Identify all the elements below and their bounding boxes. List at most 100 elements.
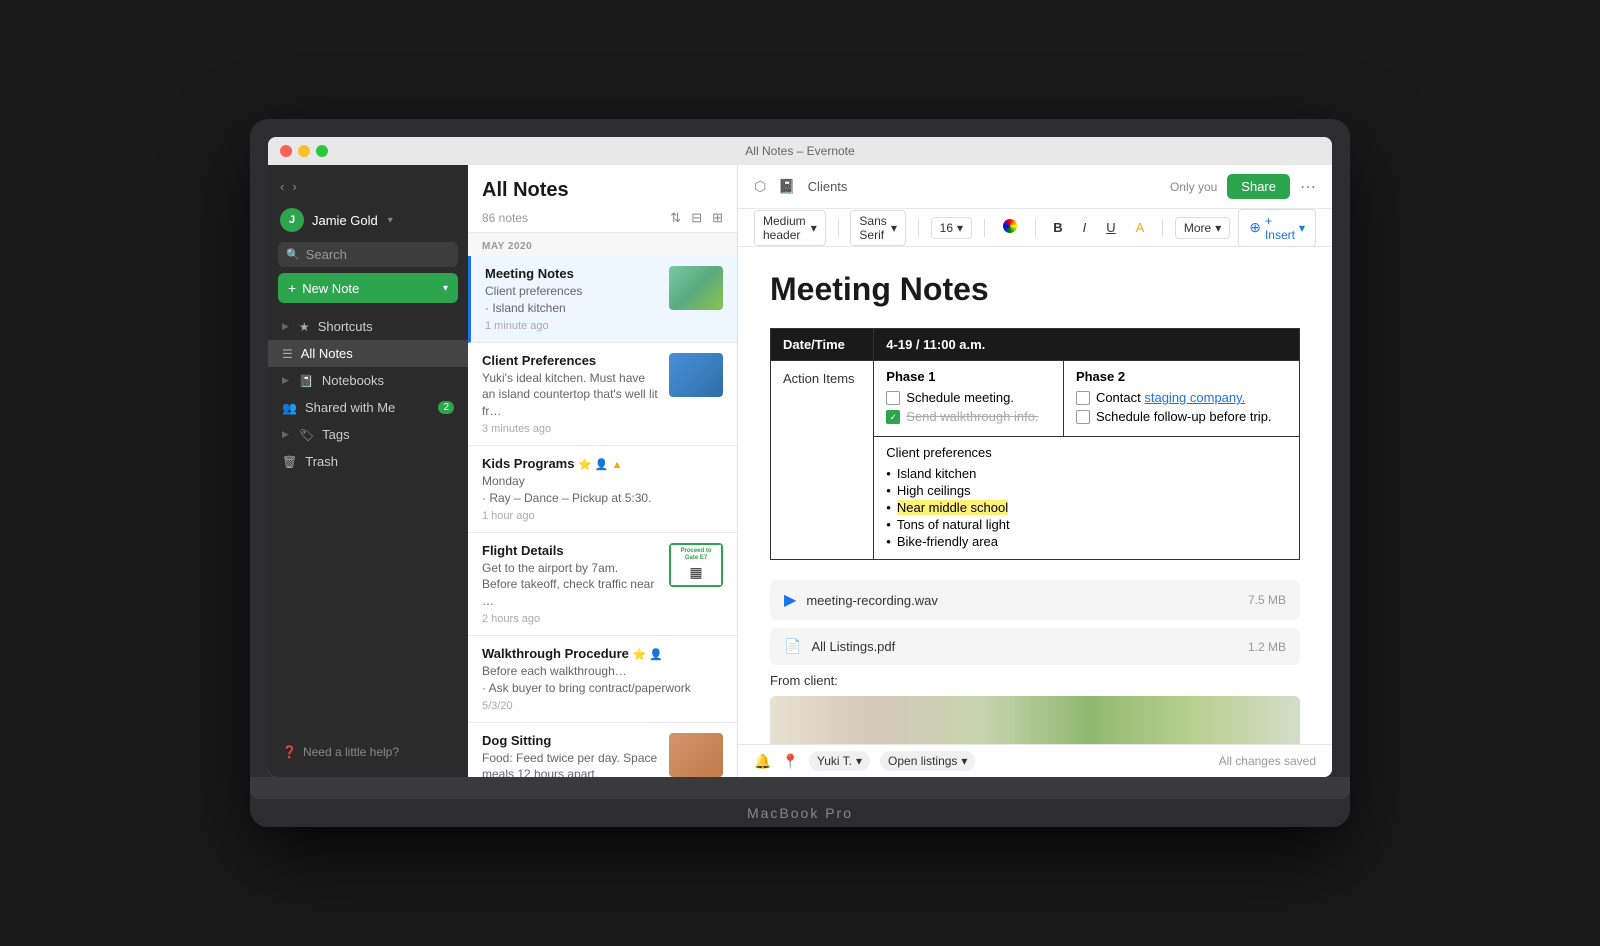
checkbox-unchecked[interactable] — [1076, 391, 1090, 405]
new-note-button[interactable]: + New Note ▾ — [278, 273, 458, 303]
pref-item: •Island kitchen — [886, 466, 1287, 481]
editor-content[interactable]: Meeting Notes Date/Time 4-19 / 11:00 a.m… — [738, 247, 1332, 744]
meeting-table: Date/Time 4-19 / 11:00 a.m. Action Items… — [770, 328, 1300, 560]
header-dropdown[interactable]: Medium header ▾ — [754, 210, 826, 246]
sidebar-item-notebooks[interactable]: ▶ 📓 Notebooks — [268, 367, 468, 394]
note-preview: Get to the airport by 7am. Before takeof… — [482, 560, 659, 610]
forward-arrow[interactable]: › — [292, 179, 296, 194]
note-item-content: Walkthrough Procedure ⭐ 👤 Before each wa… — [482, 646, 723, 712]
note-item-flight-details[interactable]: Flight Details Get to the airport by 7am… — [468, 533, 737, 636]
attachment-wav[interactable]: ▶ meeting-recording.wav 7.5 MB — [770, 580, 1300, 620]
user-row[interactable]: J Jamie Gold ▾ — [268, 202, 468, 242]
chevron-down-icon: ▾ — [1215, 221, 1221, 235]
sidebar-item-all-notes[interactable]: ☰ All Notes — [268, 340, 468, 367]
size-dropdown[interactable]: 16 ▾ — [931, 217, 972, 239]
editor-top-right: Only you Share ⋯ — [1170, 174, 1316, 199]
filter-icon[interactable]: ⊟ — [691, 210, 702, 226]
search-label: Search — [306, 247, 347, 262]
separator — [918, 219, 919, 237]
separator — [984, 219, 985, 237]
laptop-chin — [250, 777, 1350, 799]
checkbox-item: Send walkthrough info. — [886, 409, 1051, 424]
chevron-down-icon: ▾ — [856, 754, 862, 768]
checkbox-item: Schedule meeting. — [886, 390, 1051, 405]
note-icons: ⭐ 👤 ▲ — [578, 459, 622, 471]
minimize-button[interactable] — [298, 145, 310, 157]
bold-button[interactable]: B — [1047, 217, 1068, 238]
staging-link[interactable]: staging company. — [1144, 390, 1245, 405]
note-meta: 2 hours ago — [482, 613, 659, 625]
back-arrow[interactable]: ‹ — [280, 179, 284, 194]
search-box[interactable]: 🔍 Search — [278, 242, 458, 267]
saved-status: All changes saved — [1219, 754, 1316, 768]
note-title: Flight Details — [482, 543, 659, 558]
attachment-filename: meeting-recording.wav — [806, 593, 1238, 608]
sidebar-item-tags[interactable]: ▶ 🏷 Tags — [268, 421, 468, 448]
note-meta: 1 hour ago — [482, 510, 723, 522]
only-you-text: Only you — [1170, 180, 1217, 194]
underline-button[interactable]: U — [1100, 217, 1121, 238]
bell-icon[interactable]: 🔔 — [754, 753, 771, 770]
checkbox-item: Contact staging company. — [1076, 390, 1287, 405]
note-item-meeting-notes[interactable]: Meeting Notes Client preferences · Islan… — [468, 256, 737, 343]
highlight-button[interactable]: A — [1130, 217, 1151, 238]
notebook-name[interactable]: Clients — [808, 179, 848, 194]
table-client-prefs: Client preferences •Island kitchen •High… — [874, 437, 1300, 560]
checkbox-unchecked[interactable] — [886, 391, 900, 405]
fullscreen-button[interactable] — [316, 145, 328, 157]
living-room-image — [770, 696, 1300, 744]
more-icon[interactable]: ⋯ — [1300, 177, 1316, 197]
client-prefs-label: Client preferences — [886, 445, 1287, 460]
open-listings-label: Open listings — [888, 754, 957, 768]
note-title: Kids Programs ⭐ 👤 ▲ — [482, 456, 723, 471]
font-dropdown[interactable]: Sans Serif ▾ — [850, 210, 906, 246]
sidebar-item-shortcuts[interactable]: ▶ ★ Shortcuts — [268, 313, 468, 340]
new-note-label: New Note — [302, 281, 437, 296]
note-item-kids-programs[interactable]: Kids Programs ⭐ 👤 ▲ Monday · Ray – Dance… — [468, 446, 737, 533]
tags-icon: 🏷 — [299, 428, 314, 442]
search-icon: 🔍 — [286, 248, 300, 261]
title-bar: All Notes – Evernote — [268, 137, 1332, 165]
sidebar-item-trash[interactable]: 🗑 Trash — [268, 448, 468, 475]
more-dropdown[interactable]: More ▾ — [1175, 217, 1230, 239]
note-item-content: Kids Programs ⭐ 👤 ▲ Monday · Ray – Dance… — [482, 456, 723, 522]
grid-icon[interactable]: ⊞ — [712, 210, 723, 226]
close-button[interactable] — [280, 145, 292, 157]
editor-bottom-bar: 🔔 📍 Yuki T. ▾ Open listings ▾ All change… — [738, 744, 1332, 777]
note-meta: 3 minutes ago — [482, 423, 659, 435]
insert-button[interactable]: ⊕ + Insert ▾ — [1238, 209, 1316, 247]
note-thumbnail — [669, 266, 723, 310]
user-chevron-icon: ▾ — [388, 215, 393, 226]
color-picker[interactable] — [997, 216, 1023, 239]
help-link[interactable]: ❓ Need a little help? — [268, 737, 468, 767]
note-preview: Client preferences · Island kitchen — [485, 283, 659, 317]
assignee-chip[interactable]: Yuki T. ▾ — [809, 751, 870, 771]
note-list-header: All Notes 86 notes ⇅ ⊟ ⊞ — [468, 165, 737, 233]
note-preview: Before each walkthrough… · Ask buyer to … — [482, 663, 723, 697]
table-header-val: 4-19 / 11:00 a.m. — [874, 329, 1300, 361]
traffic-lights — [280, 145, 328, 157]
italic-button[interactable]: I — [1077, 217, 1093, 238]
note-item-client-prefs[interactable]: Client Preferences Yuki's ideal kitchen.… — [468, 343, 737, 446]
sidebar-item-shared[interactable]: 👥 Shared with Me 2 — [268, 394, 468, 421]
attachment-size: 1.2 MB — [1248, 640, 1286, 654]
sort-icon[interactable]: ⇅ — [670, 210, 681, 226]
note-list-body: MAY 2020 Meeting Notes Client preference… — [468, 233, 737, 777]
user-name: Jamie Gold — [312, 213, 378, 228]
checkbox-unchecked[interactable] — [1076, 410, 1090, 424]
checkbox-checked[interactable] — [886, 410, 900, 424]
separator — [1162, 219, 1163, 237]
note-item-dog-sitting[interactable]: Dog Sitting Food: Feed twice per day. Sp… — [468, 723, 737, 777]
location-icon[interactable]: 📍 — [781, 753, 798, 770]
attachment-pdf[interactable]: 📄 All Listings.pdf 1.2 MB — [770, 628, 1300, 665]
note-title: Client Preferences — [482, 353, 659, 368]
separator — [1035, 219, 1036, 237]
format-bar: Medium header ▾ Sans Serif ▾ 16 ▾ — [738, 209, 1332, 247]
note-meta: 5/3/20 — [482, 700, 723, 712]
help-icon: ❓ — [282, 745, 297, 759]
share-button[interactable]: Share — [1227, 174, 1290, 199]
sidebar-nav: ‹ › — [268, 175, 468, 202]
note-item-walkthrough[interactable]: Walkthrough Procedure ⭐ 👤 Before each wa… — [468, 636, 737, 723]
shared-badge: 2 — [438, 401, 454, 414]
open-listings-button[interactable]: Open listings ▾ — [880, 751, 975, 771]
